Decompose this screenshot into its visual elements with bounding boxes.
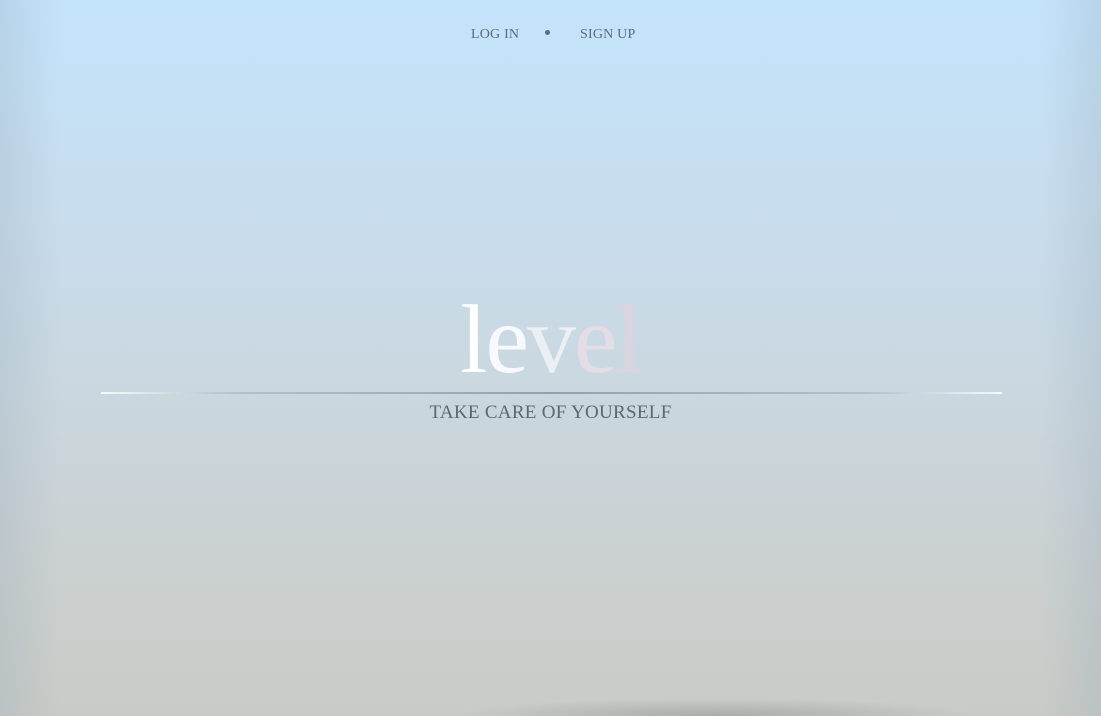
logo-letter: e <box>485 286 529 394</box>
top-navigation: LOG IN SIGN UP <box>0 27 1101 47</box>
logo-letter: l <box>460 286 487 394</box>
bottom-shadow <box>450 698 980 716</box>
logo-letter: v <box>527 286 576 394</box>
tagline: TAKE CARE OF YOURSELF <box>429 402 672 423</box>
login-link[interactable]: LOG IN <box>471 27 519 43</box>
logo-letter: e <box>574 286 617 394</box>
nav-separator-dot <box>545 30 550 35</box>
horizontal-divider <box>101 392 1002 394</box>
brand-logo: level <box>0 285 1101 395</box>
logo-letter: l <box>615 286 643 394</box>
signup-link[interactable]: SIGN UP <box>580 27 635 43</box>
